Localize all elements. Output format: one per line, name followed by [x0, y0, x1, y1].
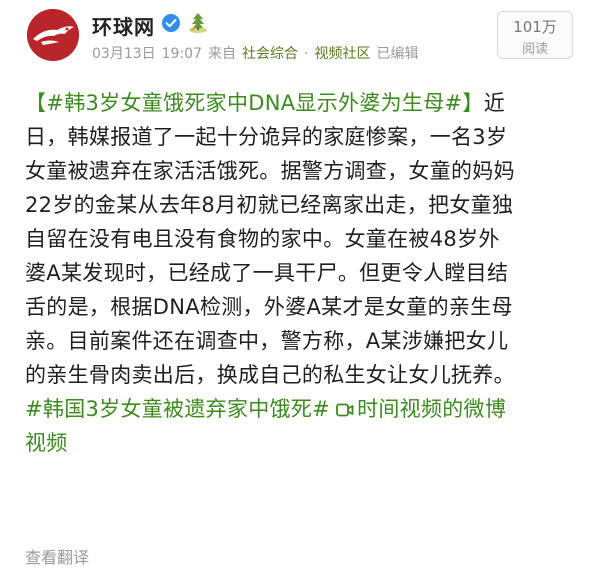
translate-button[interactable]: 查看翻译	[25, 544, 89, 568]
video-camera-icon	[336, 393, 354, 417]
account-avatar[interactable]	[27, 9, 79, 61]
post-line: 日，韩媒报道了一起十分诡异的家庭惨案，一名3岁	[25, 125, 508, 149]
source-prefix: 来自	[208, 46, 236, 62]
post-time: 19:07	[161, 46, 202, 62]
account-name[interactable]: 环球网	[92, 11, 155, 40]
edited-status: 已编辑	[376, 46, 419, 62]
post-line: 22岁的金某从去年8月初就已经离家出走，把女童独	[25, 193, 514, 217]
post-line: 女童被遗弃在家活活饿死。据警方调查，女童的妈妈	[25, 159, 515, 183]
video-link-continued[interactable]: 视频	[25, 426, 583, 460]
video-link[interactable]: 时间视频的微博	[357, 397, 506, 421]
post-body: 【#韩3岁女童饿死家中DNA显示外婆为生母#】近 日，韩媒报道了一起十分诡异的家…	[25, 86, 583, 460]
post-line: 【#韩3岁女童饿死家中DNA显示外婆为生母#】近	[25, 86, 583, 120]
globe-eagle-logo-icon	[27, 9, 79, 61]
source-link-video[interactable]: 视频社区	[314, 46, 370, 62]
post-text: 近	[483, 91, 506, 115]
post-line: 舌的是，根据DNA检测，外婆A某才是女童的亲生母	[25, 295, 513, 319]
post-header: 环球网 03月13日 19:07 来自 社会综合 · 视频社区 已编辑 101万 阅读	[0, 0, 600, 72]
read-count-label: 阅读	[521, 42, 548, 57]
post-line: 亲。目前案件还在调查中，警方称，A某涉嫌把女儿	[25, 329, 509, 353]
read-count-value: 101万	[513, 18, 557, 36]
post-line: 的亲生骨肉卖出后，换成自己的私生女让女儿抚养。	[25, 363, 515, 387]
read-count-badge: 101万 阅读	[497, 11, 573, 59]
member-badge-icon[interactable]	[187, 10, 209, 34]
hashtag-link[interactable]: 【#韩3岁女童饿死家中DNA显示外婆为生母#】	[25, 91, 484, 115]
post-meta: 03月13日 19:07 来自 社会综合 · 视频社区 已编辑	[92, 43, 424, 63]
post-line: 婆A某发现时，已经成了一具干尸。但更令人瞠目结	[25, 261, 509, 285]
post-line: #韩国3岁女童被遗弃家中饿死# 时间视频的微博	[25, 392, 583, 426]
meta-separator: ·	[304, 46, 309, 62]
source-link-social[interactable]: 社会综合	[242, 46, 298, 62]
post-line: 自留在没有电且没有食物的家中。女童在被48岁外	[25, 227, 500, 251]
verified-badge-icon	[161, 13, 181, 33]
hashtag-link-2[interactable]: #韩国3岁女童被遗弃家中饿死#	[25, 397, 330, 421]
post-date: 03月13日	[92, 46, 156, 62]
